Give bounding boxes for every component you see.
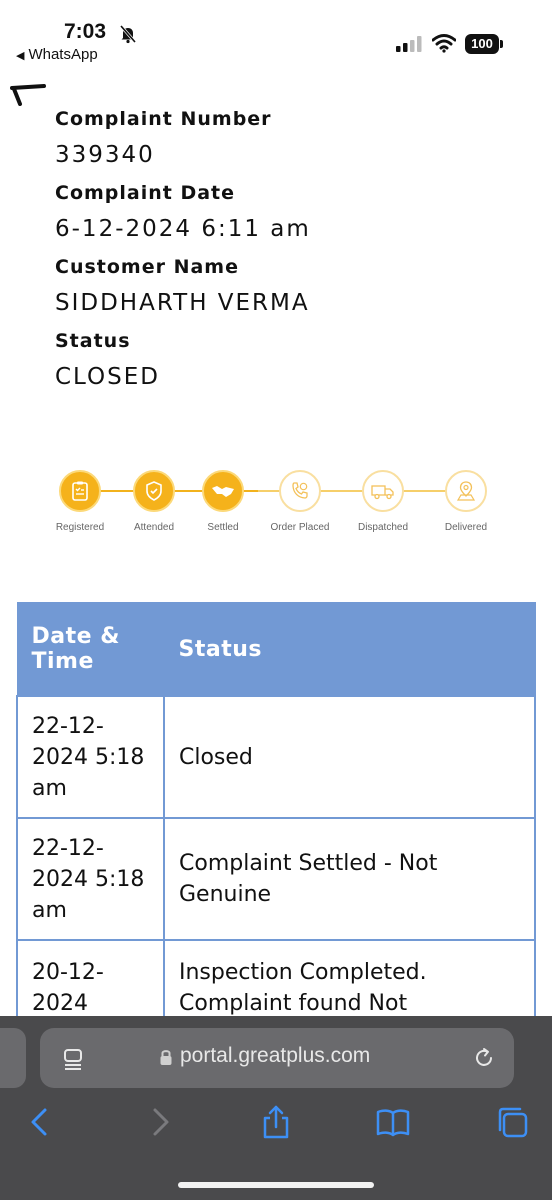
table-header-row: Date & Time Status [16, 602, 536, 697]
status-bar: 7:03 ◀ WhatsApp 100 [0, 0, 552, 70]
url-text: portal.greatplus.com [180, 1044, 371, 1067]
complaint-date-label: Complaint Date [55, 182, 236, 204]
tracker-step-label: Registered [55, 522, 105, 533]
share-icon[interactable] [258, 1104, 294, 1140]
tracker-step-settled: Settled [183, 470, 263, 533]
clock-time: 7:03 [64, 20, 107, 43]
battery-icon: 100 [465, 34, 503, 54]
tracker-step-registered: Registered [40, 470, 120, 533]
tracker-step-label: Attended [133, 522, 175, 533]
browser-toolbar [0, 1104, 552, 1154]
complaint-number-value: 339340 [55, 142, 155, 168]
forward-icon[interactable] [142, 1104, 178, 1140]
tabs-icon[interactable] [494, 1104, 530, 1140]
bell-muted-icon [119, 25, 137, 44]
tracker-step-label: Order Placed [270, 522, 330, 533]
customer-name-label: Customer Name [55, 256, 239, 278]
row-date: 22-12-2024 5:18 am [16, 817, 165, 941]
tracker-step-delivered: Delivered [426, 470, 506, 533]
column-header-date-time: Date & Time [16, 602, 165, 697]
browser-bottom-bar: portal.greatplus.com [0, 1016, 552, 1200]
tracker-step-label: Delivered [444, 522, 488, 533]
page-menu-icon[interactable] [62, 1048, 84, 1070]
complaint-details: Complaint Number 339340 Complaint Date 6… [55, 106, 311, 402]
home-indicator [178, 1182, 374, 1188]
back-to-app-button[interactable]: ◀ WhatsApp [16, 46, 98, 63]
handshake-icon [212, 486, 234, 497]
lock-icon [160, 1050, 172, 1065]
tracker-step-dispatched: Dispatched [343, 470, 423, 533]
cellular-signal-icon [396, 36, 422, 52]
row-date: 22-12-2024 5:18 am [16, 695, 165, 819]
tracker-step-label: Dispatched [357, 522, 409, 533]
bookmarks-icon[interactable] [375, 1104, 411, 1140]
row-status: Closed [163, 695, 536, 819]
complaint-number-label: Complaint Number [55, 108, 272, 130]
location-pin-icon [456, 481, 476, 501]
address-bar[interactable]: portal.greatplus.com [40, 1028, 514, 1088]
previous-tab-preview[interactable] [0, 1028, 26, 1088]
tracker-step-label: Settled [207, 522, 239, 533]
back-arrow-icon[interactable] [8, 84, 46, 106]
reload-icon[interactable] [472, 1046, 496, 1070]
tracker-step-attended: Attended [114, 470, 194, 533]
back-icon[interactable] [22, 1104, 58, 1140]
status-label: Status [55, 330, 131, 352]
column-header-status: Status [163, 602, 536, 697]
back-app-label: WhatsApp [28, 46, 98, 63]
clipboard-icon [72, 481, 88, 501]
customer-name-value: SIDDHARTH VERMA [55, 290, 310, 316]
phone-call-icon [292, 482, 308, 499]
complaint-date-value: 6-12-2024 6:11 am [55, 216, 311, 242]
table-row: 22-12-2024 5:18 am Complaint Settled - N… [16, 817, 536, 941]
back-triangle-icon: ◀ [16, 50, 25, 62]
shield-check-icon [146, 481, 162, 501]
wifi-icon [432, 34, 456, 53]
table-row: 22-12-2024 5:18 am Closed [16, 695, 536, 819]
row-status: Complaint Settled - Not Genuine [163, 817, 536, 941]
progress-tracker: Registered Attended Settled Order Placed [40, 470, 520, 540]
battery-level: 100 [465, 34, 499, 54]
truck-icon [371, 485, 394, 500]
status-value: CLOSED [55, 364, 160, 390]
status-history-table: Date & Time Status 22-12-2024 5:18 am Cl… [16, 602, 536, 1063]
tracker-step-order-placed: Order Placed [260, 470, 340, 533]
